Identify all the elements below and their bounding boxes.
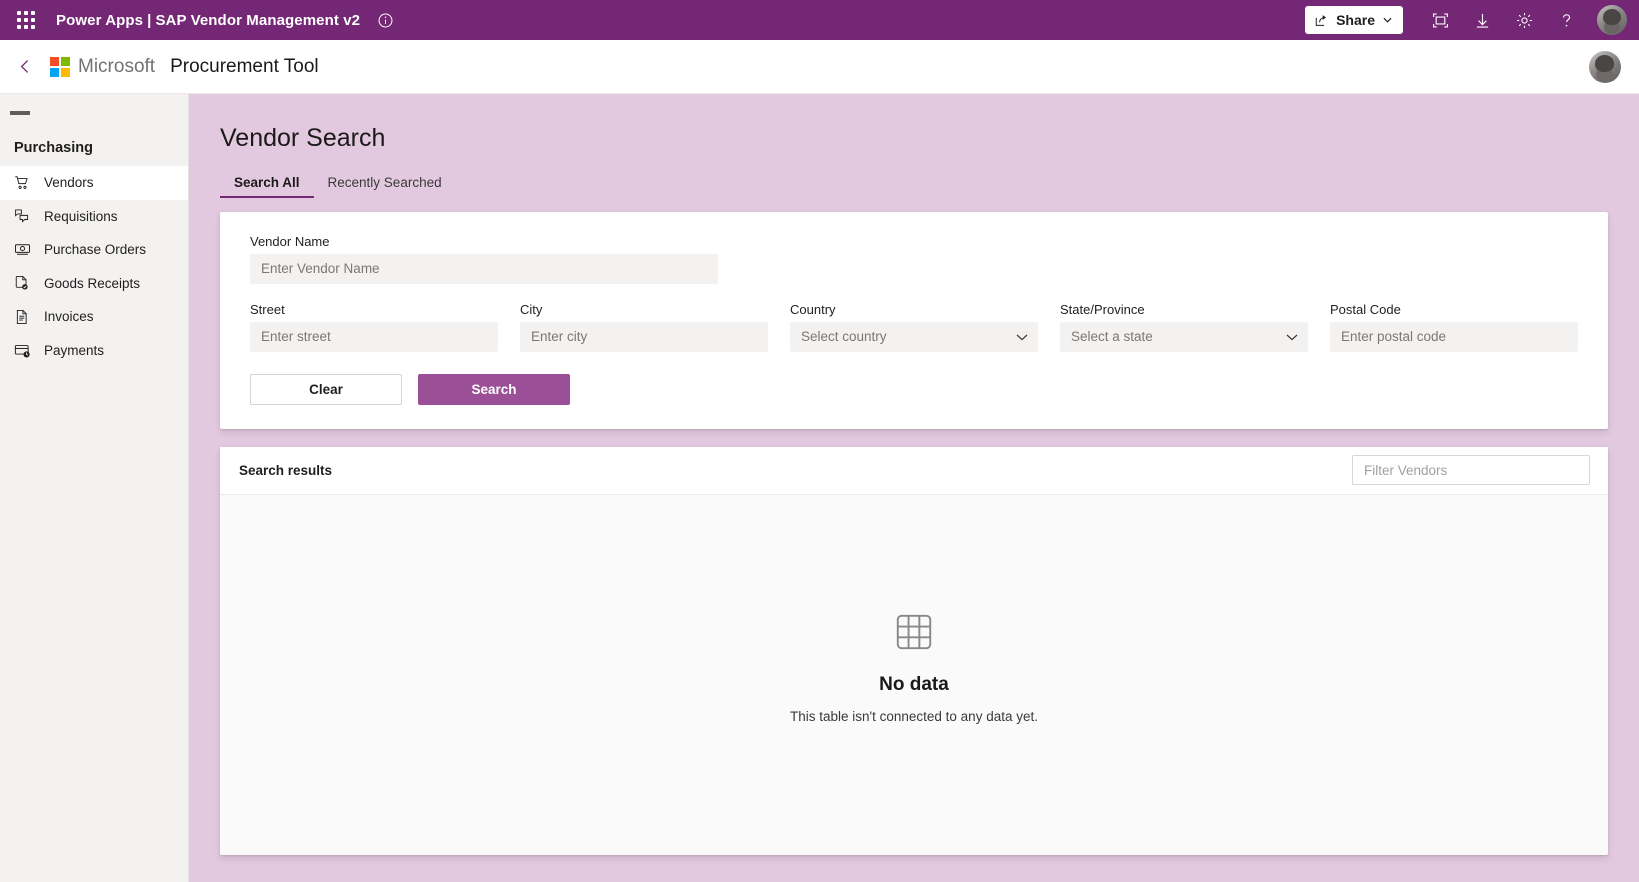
search-button[interactable]: Search (418, 373, 570, 405)
sidebar-item-label: Goods Receipts (44, 275, 141, 291)
street-label: Street (250, 301, 285, 317)
country-select-wrapper: Select country (790, 321, 1038, 352)
user-avatar[interactable] (1597, 5, 1627, 35)
app-header: Microsoft Procurement Tool (0, 40, 1639, 94)
share-button[interactable]: Share (1305, 6, 1403, 34)
info-icon[interactable] (376, 11, 394, 29)
state-select[interactable]: Select a state (1060, 321, 1308, 352)
payment-card-icon (12, 341, 32, 359)
hamburger-icon (10, 110, 30, 116)
title-separator: | (147, 11, 152, 29)
vendor-name-row: Vendor Name (250, 234, 1578, 284)
city-label: City (520, 301, 543, 317)
sidebar-item-label: Vendors (44, 175, 94, 191)
city-field-group: City (520, 302, 768, 352)
tab-list: Search All Recently Searched (220, 173, 1608, 198)
sidebar-item-label: Purchase Orders (44, 242, 147, 258)
page-app-name: Procurement Tool (170, 55, 319, 77)
sidebar: Purchasing Vendors Requisitions Purchase… (0, 94, 189, 882)
tab-recently-searched[interactable]: Recently Searched (314, 173, 456, 198)
city-input[interactable] (520, 321, 768, 352)
back-button[interactable] (10, 52, 40, 82)
vendor-name-label: Vendor Name (250, 233, 330, 249)
sidebar-item-requisitions[interactable]: Requisitions (0, 200, 188, 234)
vendor-name-input[interactable] (250, 253, 718, 284)
empty-state: No data This table isn't connected to an… (220, 495, 1608, 855)
share-label: Share (1336, 12, 1375, 28)
command-bar-actions: Share (1305, 1, 1627, 39)
fit-to-screen-icon[interactable] (1421, 1, 1459, 39)
street-input[interactable] (250, 321, 498, 352)
power-apps-command-bar: Power Apps | SAP Vendor Management v2 Shar… (0, 0, 1639, 40)
vendor-name-field-group: Vendor Name (250, 234, 718, 284)
help-icon[interactable] (1547, 1, 1585, 39)
waffle-icon (17, 11, 35, 29)
country-label: Country (790, 301, 836, 317)
vendor-search-form: Vendor Name Street City Country (220, 211, 1608, 429)
invoice-doc-icon (12, 308, 32, 326)
form-actions: Clear Search (250, 373, 1578, 405)
share-icon (1315, 14, 1327, 26)
canvas-content: Vendor Search Search All Recently Search… (189, 94, 1639, 855)
sidebar-item-payments[interactable]: Payments (0, 334, 188, 368)
sidebar-item-label: Payments (44, 342, 105, 358)
street-field-group: Street (250, 302, 498, 352)
empty-state-title: No data (879, 674, 949, 696)
chevron-down-icon (1383, 15, 1392, 25)
search-results-header: Search results (220, 446, 1608, 495)
postal-code-field-group: Postal Code (1330, 302, 1578, 352)
app-canvas: Vendor Search Search All Recently Search… (189, 94, 1639, 882)
receipt-check-icon (12, 274, 32, 292)
country-select[interactable]: Select country (790, 321, 1038, 352)
microsoft-logo-icon (50, 56, 70, 77)
sidebar-section-title: Purchasing (14, 140, 93, 156)
sidebar-item-invoices[interactable]: Invoices (0, 300, 188, 334)
app-launcher-button[interactable] (6, 0, 46, 40)
filter-vendors-input[interactable] (1352, 455, 1590, 486)
tab-label: Recently Searched (327, 174, 442, 190)
command-bar-title: Power Apps | SAP Vendor Management v2 (56, 12, 360, 29)
header-user-avatar[interactable] (1589, 50, 1621, 83)
requisitions-icon (12, 207, 32, 225)
app-title: SAP Vendor Management v2 (155, 11, 361, 29)
page-title: Vendor Search (220, 124, 386, 152)
sidebar-item-purchase-orders[interactable]: Purchase Orders (0, 233, 188, 267)
chevron-left-icon (20, 60, 28, 73)
sidebar-item-label: Requisitions (44, 208, 118, 224)
tab-search-all[interactable]: Search All (220, 173, 314, 198)
empty-state-subtitle: This table isn't connected to any data y… (790, 709, 1038, 725)
sidebar-item-vendors[interactable]: Vendors (0, 166, 188, 200)
state-field-group: State/Province Select a state (1060, 302, 1308, 352)
download-icon[interactable] (1463, 1, 1501, 39)
sidebar-toggle-button[interactable] (0, 94, 188, 132)
table-grid-icon (893, 611, 935, 658)
shopping-cart-icon (12, 174, 32, 192)
gear-icon[interactable] (1505, 1, 1543, 39)
tab-label: Search All (234, 174, 300, 190)
postal-code-label: Postal Code (1330, 301, 1401, 317)
sidebar-item-goods-receipts[interactable]: Goods Receipts (0, 267, 188, 301)
microsoft-wordmark: Microsoft (78, 55, 156, 77)
state-select-wrapper: Select a state (1060, 321, 1308, 352)
state-label: State/Province (1060, 301, 1145, 317)
address-fields-row: Street City Country Select country (250, 302, 1578, 352)
search-results-title: Search results (239, 462, 333, 478)
postal-code-input[interactable] (1330, 321, 1578, 352)
sidebar-item-label: Invoices (44, 309, 94, 325)
app-body: Purchasing Vendors Requisitions Purchase… (0, 94, 1639, 882)
country-field-group: Country Select country (790, 302, 1038, 352)
clear-button[interactable]: Clear (250, 373, 402, 405)
money-icon (12, 241, 32, 259)
product-name: Power Apps (56, 11, 144, 29)
search-results-card: Search results No data This (220, 446, 1608, 855)
